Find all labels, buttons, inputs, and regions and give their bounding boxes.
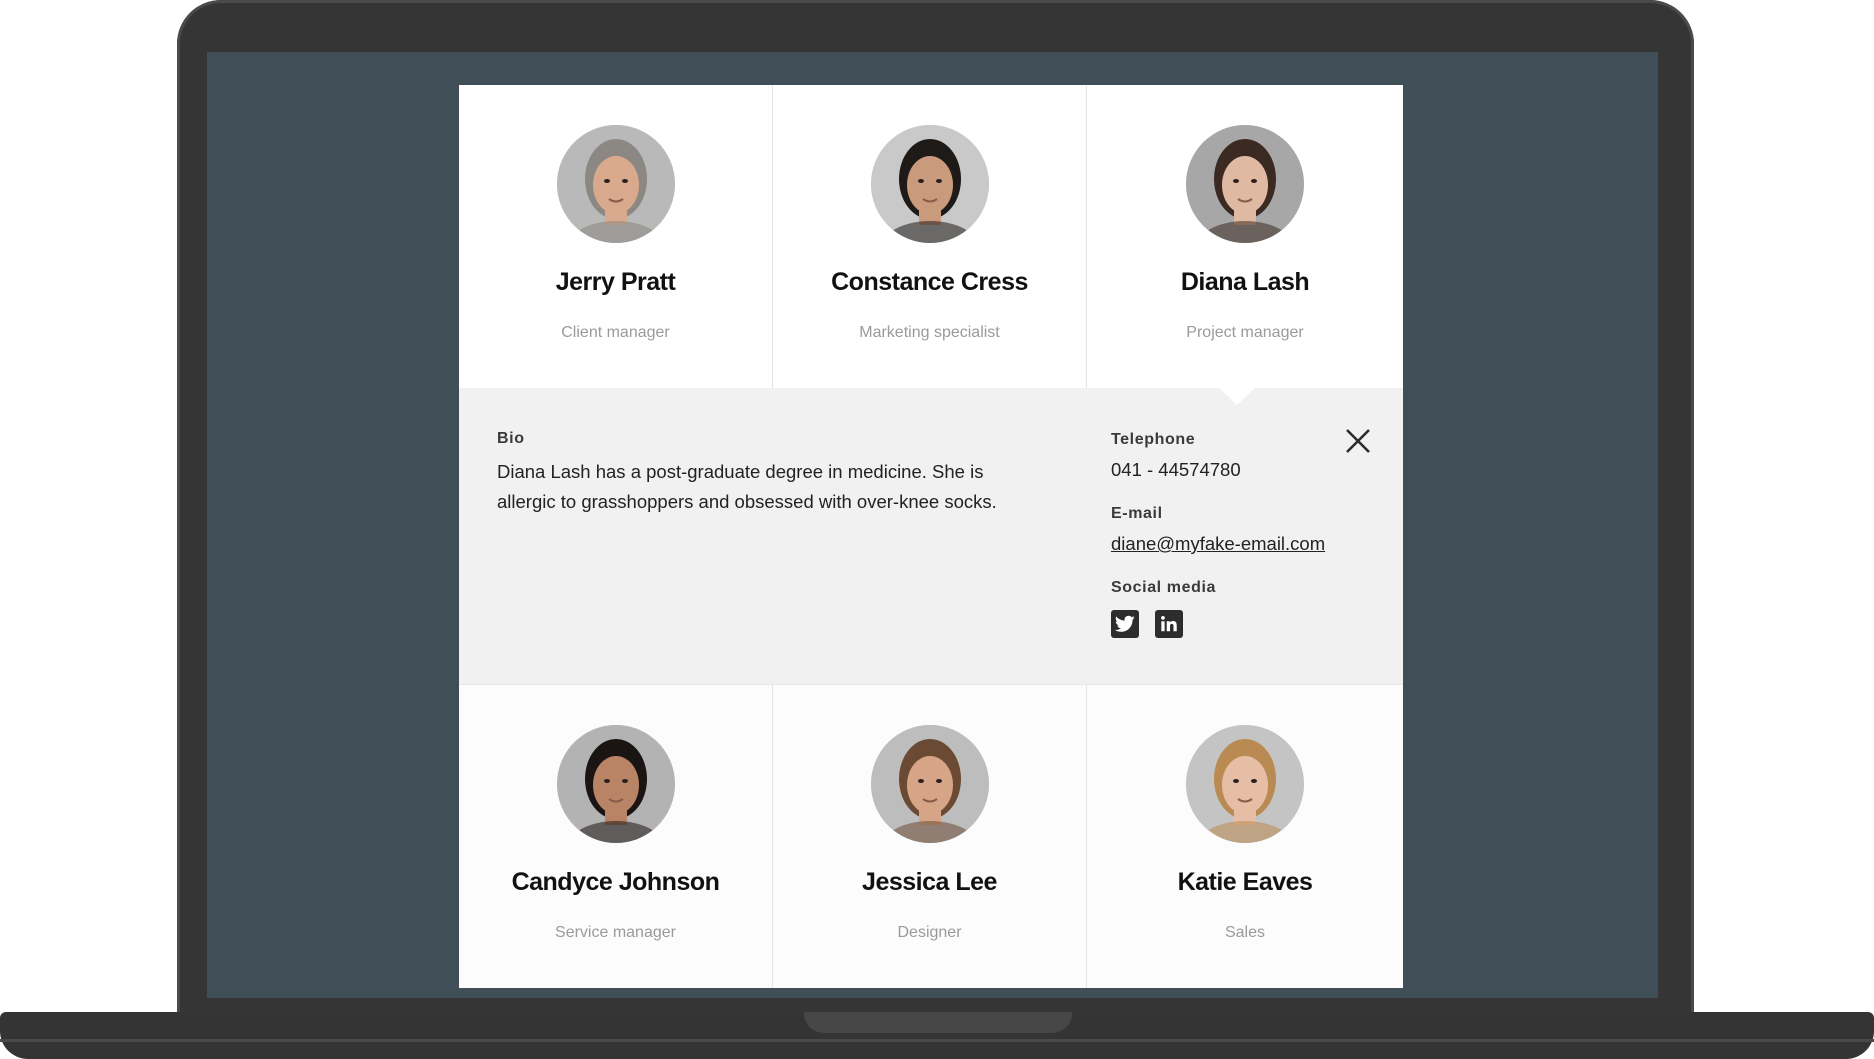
member-name: Jerry Pratt (555, 268, 676, 296)
avatar (1186, 725, 1304, 843)
email-link[interactable]: diane@myfake-email.com (1111, 533, 1325, 554)
member-role: Marketing specialist (859, 324, 1000, 341)
member-role: Sales (1224, 924, 1266, 941)
member-role: Client manager (561, 324, 670, 341)
team-card-selected[interactable]: Diana Lash Project manager (1087, 85, 1403, 388)
team-row-bottom: Candyce Johnson Service manager Jessica … (459, 685, 1403, 988)
bio-label: Bio (497, 430, 525, 447)
laptop-notch (804, 1012, 1072, 1033)
member-role: Service manager (555, 924, 676, 941)
member-name: Candyce Johnson (511, 868, 720, 896)
team-card[interactable]: Katie Eaves Sales (1087, 685, 1403, 988)
member-role: Designer (897, 924, 962, 941)
avatar (870, 125, 989, 243)
laptop-screen: Jerry Pratt Client manager Constance Cre… (207, 52, 1658, 998)
member-detail-panel: Bio Diana Lash has a post-graduate degre… (459, 387, 1403, 685)
member-name: Jessica Lee (862, 868, 997, 896)
detail-pointer-arrow (1218, 387, 1256, 405)
team-row-top: Jerry Pratt Client manager Constance Cre… (459, 85, 1403, 388)
team-card[interactable]: Candyce Johnson Service manager (459, 685, 773, 988)
social-links (1111, 610, 1381, 638)
telephone-label: Telephone (1111, 431, 1196, 448)
avatar (1186, 125, 1304, 243)
member-name: Katie Eaves (1177, 868, 1313, 896)
close-button[interactable] (1342, 425, 1374, 457)
avatar (556, 125, 675, 243)
team-panel: Jerry Pratt Client manager Constance Cre… (459, 85, 1403, 988)
bio-text: Diana Lash has a post-graduate degree in… (497, 461, 997, 512)
social-media-label: Social media (1111, 579, 1217, 596)
member-name: Constance Cress (831, 268, 1028, 296)
team-card[interactable]: Constance Cress Marketing specialist (773, 85, 1087, 388)
telephone-value: 041 - 44574780 (1111, 459, 1241, 480)
member-name: Diana Lash (1180, 268, 1310, 296)
team-card[interactable]: Jerry Pratt Client manager (459, 85, 773, 388)
contact-info: Telephone 041 - 44574780 E-mail diane@my… (1111, 430, 1381, 638)
linkedin-icon[interactable] (1155, 610, 1183, 638)
twitter-icon[interactable] (1111, 610, 1139, 638)
avatar (556, 725, 675, 843)
member-role: Project manager (1186, 324, 1304, 341)
avatar (870, 725, 989, 843)
email-label: E-mail (1111, 505, 1163, 522)
close-icon (1346, 429, 1370, 453)
stage: Jerry Pratt Client manager Constance Cre… (0, 0, 1874, 1059)
team-card[interactable]: Jessica Lee Designer (773, 685, 1087, 988)
laptop-base-edge (0, 1039, 1874, 1042)
